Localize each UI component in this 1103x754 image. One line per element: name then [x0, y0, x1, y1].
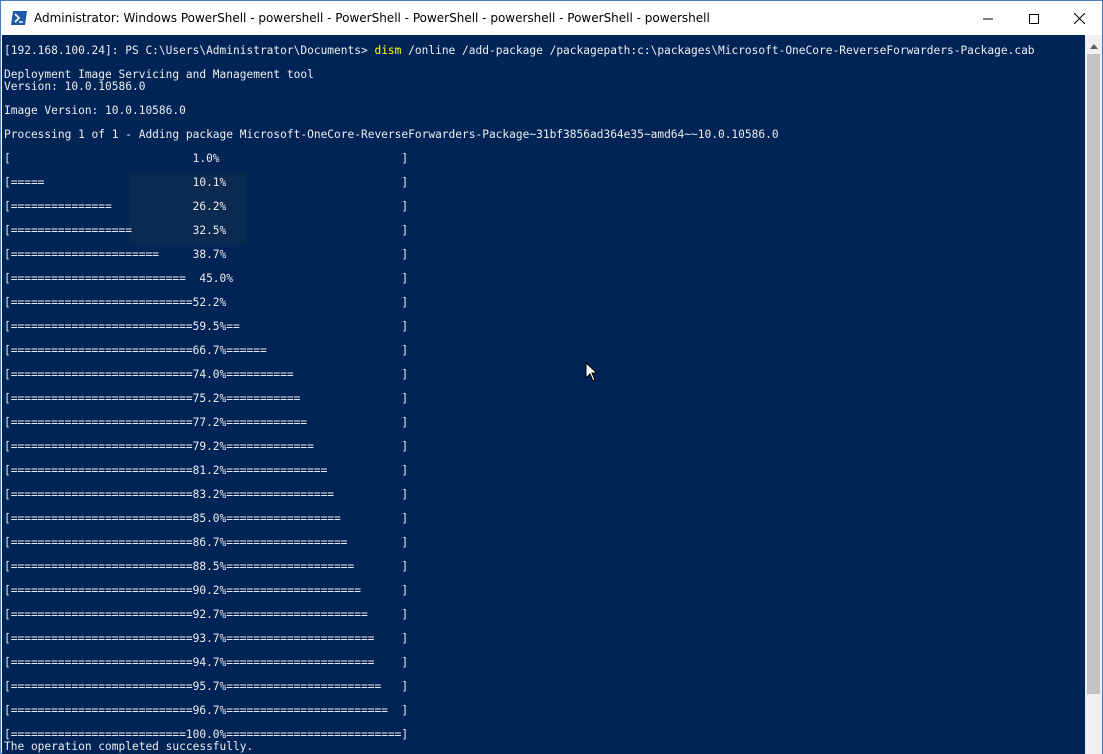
console-line: [===========================92.7%=======…: [4, 608, 409, 621]
powershell-icon[interactable]: [11, 10, 27, 25]
console-line: [===========================77.2%=======…: [4, 416, 409, 429]
console-output: [192.168.100.24]: PS C:\Users\Administra…: [4, 45, 1035, 753]
console-line: [===========================94.7%=======…: [4, 656, 409, 669]
console-line: Image Version: 10.0.10586.0: [4, 104, 186, 117]
console-line: [====================== 38.7% ]: [4, 248, 409, 261]
console-line: [ 1.0% ]: [4, 152, 409, 165]
console-line: [===========================85.0%=======…: [4, 512, 409, 525]
console-line: [===========================86.7%=======…: [4, 536, 409, 549]
console-line: [=============== 26.2% ]: [4, 200, 409, 213]
console-line: [===========================96.7%=======…: [4, 704, 409, 717]
console-line: [===== 10.1% ]: [4, 176, 409, 189]
console-line: [===========================93.7%=======…: [4, 632, 409, 645]
console-line: [===========================90.2%=======…: [4, 584, 409, 597]
console-line: [===========================59.5%== ]: [4, 320, 409, 333]
console-line: [===========================79.2%=======…: [4, 440, 409, 453]
command-name: dism: [374, 44, 402, 57]
console-lines: Deployment Image Servicing and Managemen…: [4, 68, 779, 753]
console-line: The operation completed successfully.: [4, 740, 254, 753]
powershell-window: Administrator: Windows PowerShell - powe…: [0, 0, 1103, 754]
console-line: [===========================52.2% ]: [4, 296, 409, 309]
scroll-up-button[interactable]: [1085, 35, 1102, 52]
title-bar[interactable]: Administrator: Windows PowerShell - powe…: [1, 1, 1102, 35]
scroll-track[interactable]: [1085, 52, 1102, 754]
console-line: [========================== 45.0% ]: [4, 272, 409, 285]
console-line: Processing 1 of 1 - Adding package Micro…: [4, 128, 779, 141]
close-icon: [1073, 9, 1085, 28]
command-line: [192.168.100.24]: PS C:\Users\Administra…: [4, 44, 1035, 57]
minimize-button[interactable]: [965, 1, 1011, 35]
console-line: [===========================83.2%=======…: [4, 488, 409, 501]
console-area[interactable]: [192.168.100.24]: PS C:\Users\Administra…: [2, 35, 1085, 754]
scroll-thumb[interactable]: [1087, 54, 1100, 694]
chevron-up-icon: [1089, 34, 1098, 53]
console-line: [===========================66.7%====== …: [4, 344, 409, 357]
command-args: /online /add-package /packagepath:c:\pac…: [401, 44, 1035, 57]
window-title: Administrator: Windows PowerShell - powe…: [34, 11, 710, 25]
console-line: [===========================81.2%=======…: [4, 464, 409, 477]
console-line: [===========================74.0%=======…: [4, 368, 409, 381]
console-line: [===========================88.5%=======…: [4, 560, 409, 573]
maximize-button[interactable]: [1011, 1, 1057, 35]
mouse-pointer-icon: [585, 361, 599, 382]
console-line: [===========================95.7%=======…: [4, 680, 409, 693]
console-line: [================== 32.5% ]: [4, 224, 409, 237]
close-button[interactable]: [1056, 1, 1102, 35]
minimize-icon: [983, 9, 993, 28]
maximize-icon: [1029, 9, 1039, 28]
prompt-text: [192.168.100.24]: PS C:\Users\Administra…: [4, 44, 375, 57]
console-line: [===========================75.2%=======…: [4, 392, 409, 405]
vertical-scrollbar[interactable]: [1085, 35, 1102, 754]
console-line: Version: 10.0.10586.0: [4, 80, 146, 93]
